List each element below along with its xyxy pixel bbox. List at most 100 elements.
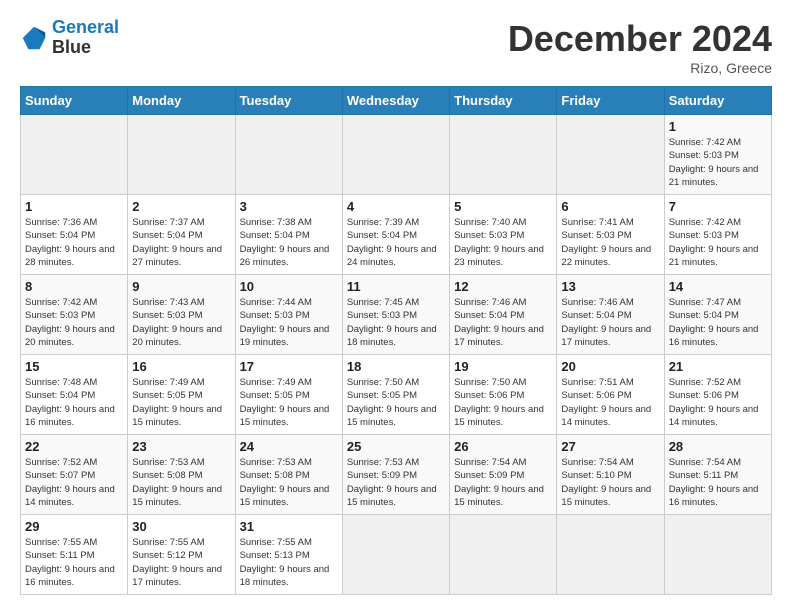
day-number: 22 [25, 439, 123, 454]
day-info: Sunrise: 7:47 AMSunset: 5:04 PMDaylight:… [669, 296, 767, 349]
day-cell: 1Sunrise: 7:36 AMSunset: 5:04 PMDaylight… [21, 195, 128, 275]
day-cell: 28Sunrise: 7:54 AMSunset: 5:11 PMDayligh… [664, 435, 771, 515]
col-header-tuesday: Tuesday [235, 87, 342, 115]
day-number: 28 [669, 439, 767, 454]
day-info: Sunrise: 7:55 AMSunset: 5:13 PMDaylight:… [240, 536, 338, 589]
day-info: Sunrise: 7:46 AMSunset: 5:04 PMDaylight:… [454, 296, 552, 349]
day-info: Sunrise: 7:55 AMSunset: 5:11 PMDaylight:… [25, 536, 123, 589]
col-header-friday: Friday [557, 87, 664, 115]
day-cell: 17 Sunrise: 7:49 AMSunset: 5:05 PMDayligh… [235, 355, 342, 435]
day-number: 14 [669, 279, 767, 294]
day-cell: 9 Sunrise: 7:43 AMSunset: 5:03 PMDaylight… [128, 275, 235, 355]
day-number: 6 [561, 199, 659, 214]
day-info: Sunrise: 7:36 AMSunset: 5:04 PMDaylight:… [25, 216, 123, 269]
day-info: Sunrise: 7:42 AMSunset: 5:03 PMDaylight:… [669, 216, 767, 269]
day-info: Sunrise: 7:51 AMSunset: 5:06 PMDaylight:… [561, 376, 659, 429]
day-number: 13 [561, 279, 659, 294]
day-cell: 6Sunrise: 7:41 AMSunset: 5:03 PMDaylight… [557, 195, 664, 275]
col-header-wednesday: Wednesday [342, 87, 449, 115]
day-info: Sunrise: 7:42 AMSunset: 5:03 PMDaylight:… [25, 296, 123, 349]
day-info: Sunrise: 7:53 AMSunset: 5:09 PMDaylight:… [347, 456, 445, 509]
day-number: 9 [132, 279, 230, 294]
day-cell [450, 115, 557, 195]
day-cell [450, 515, 557, 595]
day-info: Sunrise: 7:52 AMSunset: 5:07 PMDaylight:… [25, 456, 123, 509]
day-cell: 22 Sunrise: 7:52 AMSunset: 5:07 PMDayligh… [21, 435, 128, 515]
day-cell: 20 Sunrise: 7:51 AMSunset: 5:06 PMDayligh… [557, 355, 664, 435]
col-header-monday: Monday [128, 87, 235, 115]
day-number: 5 [454, 199, 552, 214]
day-number: 4 [347, 199, 445, 214]
day-number: 25 [347, 439, 445, 454]
day-cell: 5 Sunrise: 7:40 AMSunset: 5:03 PMDaylight… [450, 195, 557, 275]
day-number: 18 [347, 359, 445, 374]
day-info: Sunrise: 7:55 AMSunset: 5:12 PMDaylight:… [132, 536, 230, 589]
day-info: Sunrise: 7:42 AMSunset: 5:03 PMDaylight:… [669, 136, 767, 189]
day-number: 10 [240, 279, 338, 294]
day-info: Sunrise: 7:53 AMSunset: 5:08 PMDaylight:… [132, 456, 230, 509]
day-number: 24 [240, 439, 338, 454]
day-cell [128, 115, 235, 195]
day-info: Sunrise: 7:37 AMSunset: 5:04 PMDaylight:… [132, 216, 230, 269]
day-cell [21, 115, 128, 195]
day-cell: 7 Sunrise: 7:42 AMSunset: 5:03 PMDaylight… [664, 195, 771, 275]
calendar-page: General Blue December 2024 Rizo, Greece … [0, 0, 792, 605]
day-number: 20 [561, 359, 659, 374]
day-info: Sunrise: 7:49 AMSunset: 5:05 PMDaylight:… [240, 376, 338, 429]
week-row-4: 22 Sunrise: 7:52 AMSunset: 5:07 PMDayligh… [21, 435, 772, 515]
day-cell: 8 Sunrise: 7:42 AMSunset: 5:03 PMDaylight… [21, 275, 128, 355]
header-row: SundayMondayTuesdayWednesdayThursdayFrid… [21, 87, 772, 115]
logo-general: General [52, 17, 119, 37]
day-info: Sunrise: 7:50 AMSunset: 5:05 PMDaylight:… [347, 376, 445, 429]
day-cell: 31Sunrise: 7:55 AMSunset: 5:13 PMDayligh… [235, 515, 342, 595]
day-info: Sunrise: 7:48 AMSunset: 5:04 PMDaylight:… [25, 376, 123, 429]
day-cell: 27Sunrise: 7:54 AMSunset: 5:10 PMDayligh… [557, 435, 664, 515]
col-header-thursday: Thursday [450, 87, 557, 115]
day-info: Sunrise: 7:38 AMSunset: 5:04 PMDaylight:… [240, 216, 338, 269]
week-row-2: 8 Sunrise: 7:42 AMSunset: 5:03 PMDaylight… [21, 275, 772, 355]
day-cell: 2Sunrise: 7:37 AMSunset: 5:04 PMDaylight… [128, 195, 235, 275]
day-info: Sunrise: 7:49 AMSunset: 5:05 PMDaylight:… [132, 376, 230, 429]
day-cell: 11Sunrise: 7:45 AMSunset: 5:03 PMDayligh… [342, 275, 449, 355]
logo-blue: Blue [52, 37, 91, 57]
day-cell: 14 Sunrise: 7:47 AMSunset: 5:04 PMDayligh… [664, 275, 771, 355]
day-cell: 30 Sunrise: 7:55 AMSunset: 5:12 PMDayligh… [128, 515, 235, 595]
day-cell [342, 115, 449, 195]
logo: General Blue [20, 18, 119, 58]
day-info: Sunrise: 7:43 AMSunset: 5:03 PMDaylight:… [132, 296, 230, 349]
day-number: 8 [25, 279, 123, 294]
day-info: Sunrise: 7:46 AMSunset: 5:04 PMDaylight:… [561, 296, 659, 349]
col-header-saturday: Saturday [664, 87, 771, 115]
day-cell: 23 Sunrise: 7:53 AMSunset: 5:08 PMDayligh… [128, 435, 235, 515]
day-number: 7 [669, 199, 767, 214]
day-cell [235, 115, 342, 195]
day-number: 29 [25, 519, 123, 534]
day-cell: 25 Sunrise: 7:53 AMSunset: 5:09 PMDayligh… [342, 435, 449, 515]
day-number: 17 [240, 359, 338, 374]
day-cell [664, 515, 771, 595]
day-cell: 29 Sunrise: 7:55 AMSunset: 5:11 PMDayligh… [21, 515, 128, 595]
day-number: 30 [132, 519, 230, 534]
day-cell: 24Sunrise: 7:53 AMSunset: 5:08 PMDayligh… [235, 435, 342, 515]
day-number: 19 [454, 359, 552, 374]
day-number: 3 [240, 199, 338, 214]
day-cell: 19Sunrise: 7:50 AMSunset: 5:06 PMDayligh… [450, 355, 557, 435]
day-cell [342, 515, 449, 595]
day-cell: 4Sunrise: 7:39 AMSunset: 5:04 PMDaylight… [342, 195, 449, 275]
header: General Blue December 2024 Rizo, Greece [20, 18, 772, 76]
col-header-sunday: Sunday [21, 87, 128, 115]
day-cell [557, 515, 664, 595]
week-row-1: 1Sunrise: 7:36 AMSunset: 5:04 PMDaylight… [21, 195, 772, 275]
day-number: 27 [561, 439, 659, 454]
logo-icon [20, 24, 48, 52]
day-info: Sunrise: 7:40 AMSunset: 5:03 PMDaylight:… [454, 216, 552, 269]
day-number: 26 [454, 439, 552, 454]
day-cell: 26Sunrise: 7:54 AMSunset: 5:09 PMDayligh… [450, 435, 557, 515]
day-cell: 13 Sunrise: 7:46 AMSunset: 5:04 PMDayligh… [557, 275, 664, 355]
day-number: 23 [132, 439, 230, 454]
day-number: 15 [25, 359, 123, 374]
day-cell [557, 115, 664, 195]
location: Rizo, Greece [508, 60, 772, 76]
week-row-3: 15 Sunrise: 7:48 AMSunset: 5:04 PMDayligh… [21, 355, 772, 435]
calendar-table: SundayMondayTuesdayWednesdayThursdayFrid… [20, 86, 772, 595]
